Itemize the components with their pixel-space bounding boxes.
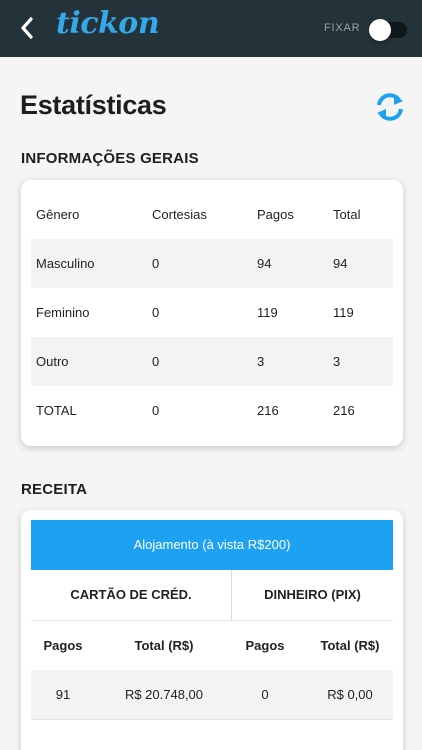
table-cell: 119: [333, 305, 354, 320]
header-cell: Gênero: [36, 207, 80, 222]
table-row: Outro 0 3 3: [31, 337, 393, 386]
table-cell: 0: [261, 687, 269, 702]
table-total-row: TOTAL 0 216 216: [31, 386, 393, 435]
header-cell: Pagos: [257, 207, 294, 222]
general-info-card: Gênero Cortesias Pagos Total Masculino 0…: [21, 180, 403, 446]
table-cell: 3: [257, 354, 265, 369]
section-title-revenue: RECEITA: [21, 481, 88, 498]
table-cell: 119: [257, 305, 278, 320]
table-cell: 0: [152, 403, 160, 418]
top-bar: tickon FIXAR: [0, 0, 422, 57]
revenue-item-header[interactable]: Alojamento (à vista R$200): [31, 520, 393, 570]
table-row: Masculino 0 94 94: [31, 239, 393, 288]
table-header-row: Gênero Cortesias Pagos Total: [31, 190, 393, 239]
table-cell: 0: [152, 305, 160, 320]
table-cell: Feminino: [36, 305, 90, 320]
table-cell: 216: [333, 403, 355, 418]
table-cell: 216: [257, 403, 279, 418]
table-row: Feminino 0 119 119: [31, 288, 393, 337]
toggle-knob: [369, 19, 391, 41]
section-title-general: INFORMAÇÕES GERAIS: [21, 150, 199, 167]
refresh-icon: [377, 93, 403, 121]
table-cell: 94: [257, 256, 272, 271]
fixar-label: FIXAR: [324, 22, 361, 34]
table-cell: 91: [55, 687, 71, 702]
payment-method-pix: DINHEIRO (PIX): [231, 570, 393, 620]
divider: [31, 719, 393, 720]
page-title: Estatísticas: [20, 90, 167, 120]
payment-method-card: CARTÃO DE CRÉD.: [70, 587, 192, 602]
table-cell: 3: [333, 354, 341, 369]
table-cell: R$ 0,00: [327, 687, 373, 702]
back-button[interactable]: [14, 14, 40, 42]
header-cell: Total (R$): [320, 638, 380, 653]
revenue-row: 91 R$ 20.748,00 0 R$ 0,00: [31, 670, 393, 719]
revenue-card: Alojamento (à vista R$200) CARTÃO DE CRÉ…: [21, 510, 403, 750]
refresh-button[interactable]: [374, 92, 406, 122]
header-cell: Pagos: [43, 638, 83, 653]
table-cell: R$ 20.748,00: [124, 687, 204, 702]
app-logo: tickon: [56, 6, 160, 41]
fixar-toggle[interactable]: [369, 19, 407, 41]
header-cell: Cortesias: [152, 207, 207, 222]
table-cell: 0: [152, 354, 160, 369]
header-cell: Pagos: [245, 638, 285, 653]
table-cell: 0: [152, 256, 160, 271]
table-cell: TOTAL: [36, 403, 77, 418]
table-cell: 94: [333, 256, 348, 271]
revenue-header-row: Pagos Total (R$) Pagos Total (R$): [31, 621, 393, 670]
table-cell: Outro: [36, 354, 69, 369]
header-cell: Total: [333, 207, 361, 222]
table-cell: Masculino: [36, 256, 95, 271]
chevron-left-icon: [21, 17, 33, 39]
header-cell: Total (R$): [134, 638, 194, 653]
